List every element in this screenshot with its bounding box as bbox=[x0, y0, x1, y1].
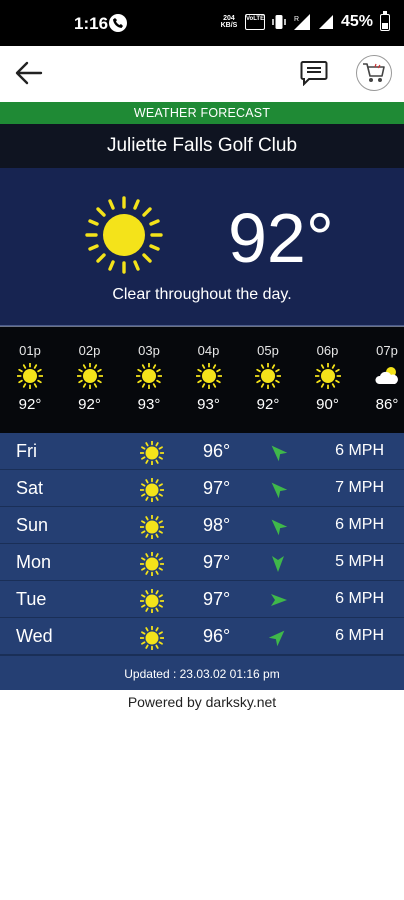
cloud-icon bbox=[374, 363, 400, 389]
signal-icon: R bbox=[293, 14, 310, 30]
day-name: Sun bbox=[16, 515, 49, 535]
sun-icon bbox=[135, 362, 163, 390]
sun-icon bbox=[254, 362, 282, 390]
day-temp: 96° bbox=[203, 626, 231, 646]
hourly-temp: 93° bbox=[197, 396, 220, 413]
app-bar bbox=[0, 46, 404, 102]
wind-direction-icon bbox=[271, 482, 288, 499]
shopping-cart-icon bbox=[363, 63, 385, 82]
day-temp: 98° bbox=[203, 515, 231, 535]
back-button[interactable] bbox=[12, 58, 46, 88]
hourly-temp: 92° bbox=[18, 396, 42, 413]
hourly-forecast[interactable]: 01p 92° 02p 92° 03p 93° 04p 93° 05p 92° 06p 90° 07p 8… bbox=[0, 326, 404, 433]
day-temp: 97° bbox=[203, 589, 231, 609]
daily-row: Wed 96° 6 MPH bbox=[0, 618, 404, 655]
daily-row: Sun 98° 6 MPH bbox=[0, 507, 404, 544]
sun-icon bbox=[139, 477, 165, 503]
hourly-temp: 86° bbox=[375, 396, 399, 413]
svg-text:R: R bbox=[294, 16, 299, 23]
status-bar: 1:16 204 KB/S VoLTE R 45% bbox=[0, 0, 404, 46]
powered-by-label[interactable]: Powered by darksky.net bbox=[0, 694, 404, 710]
battery-icon bbox=[380, 10, 390, 31]
hourly-time: 02p bbox=[78, 343, 101, 358]
call-icon bbox=[109, 14, 127, 32]
current-conditions: 92° Clear throughout the day. bbox=[0, 168, 404, 326]
daily-forecast: Fri 96° 6 MPH Sat 97° 7 MPH Sun 98° 6 MPH Mon 97° 5… bbox=[0, 433, 404, 690]
sun-icon bbox=[76, 362, 103, 390]
day-name: Fri bbox=[16, 441, 37, 461]
current-summary: Clear throughout the day. bbox=[112, 286, 292, 303]
hourly-temp: 92° bbox=[78, 396, 101, 413]
daily-row: Sat 97° 7 MPH bbox=[0, 470, 404, 507]
wind-direction-icon bbox=[271, 594, 287, 606]
current-temperature: 92° bbox=[228, 199, 334, 277]
daily-row: Mon 97° 5 MPH bbox=[0, 544, 404, 581]
arrow-left-icon bbox=[15, 61, 43, 85]
updated-timestamp: Updated : 23.03.02 01:16 pm bbox=[0, 655, 404, 690]
hourly-temp: 93° bbox=[137, 396, 161, 413]
day-name: Tue bbox=[16, 589, 47, 609]
club-name-title: Juliette Falls Golf Club bbox=[0, 124, 404, 168]
day-temp: 96° bbox=[203, 441, 231, 461]
vibrate-icon bbox=[272, 15, 286, 29]
wind-speed: 6 MPH bbox=[335, 627, 384, 644]
chat-button[interactable] bbox=[298, 58, 330, 88]
chat-bubble-icon bbox=[300, 61, 328, 86]
wind-direction-icon bbox=[271, 445, 288, 462]
day-name: Wed bbox=[16, 626, 53, 646]
daily-row: Tue 97° 6 MPH bbox=[0, 581, 404, 618]
daily-row: Fri 96° 6 MPH bbox=[0, 433, 404, 470]
sun-icon bbox=[139, 514, 165, 540]
sun-icon bbox=[139, 551, 165, 577]
wind-speed: 6 MPH bbox=[335, 590, 384, 607]
sun-icon bbox=[139, 440, 165, 466]
hourly-time: 07p bbox=[376, 343, 398, 358]
status-icons: 204 KB/S VoLTE R 45% bbox=[220, 10, 390, 31]
sun-icon bbox=[314, 362, 341, 390]
day-name: Sat bbox=[16, 478, 44, 498]
hourly-time: 03p bbox=[138, 343, 160, 358]
hourly-temp: 92° bbox=[256, 396, 280, 413]
sun-icon bbox=[16, 362, 44, 390]
wind-speed: 6 MPH bbox=[335, 442, 384, 459]
sun-icon bbox=[139, 588, 165, 614]
wind-speed: 7 MPH bbox=[335, 479, 384, 496]
day-temp: 97° bbox=[203, 552, 231, 572]
sun-icon bbox=[195, 362, 222, 390]
signal-icon-2 bbox=[318, 15, 333, 29]
cart-button[interactable] bbox=[356, 55, 392, 91]
battery-percent: 45% bbox=[340, 13, 373, 30]
hourly-time: 06p bbox=[316, 343, 339, 358]
network-speed: 204 KB/S bbox=[220, 15, 238, 29]
hourly-temp: 90° bbox=[316, 396, 339, 413]
wind-direction-icon bbox=[272, 556, 284, 572]
hourly-time: 01p bbox=[19, 343, 41, 358]
volte-icon: VoLTE bbox=[244, 14, 265, 30]
day-temp: 97° bbox=[203, 478, 231, 498]
wind-speed: 5 MPH bbox=[335, 553, 384, 570]
status-time: 1:16 bbox=[74, 14, 109, 33]
wind-speed: 6 MPH bbox=[335, 516, 384, 533]
wind-direction-icon bbox=[268, 630, 285, 647]
day-name: Mon bbox=[16, 552, 52, 572]
wind-direction-icon bbox=[271, 519, 288, 536]
hourly-time: 04p bbox=[197, 343, 220, 358]
weather-forecast-label: WEATHER FORECAST bbox=[0, 102, 404, 124]
sun-icon bbox=[85, 196, 163, 274]
sun-icon bbox=[139, 625, 165, 651]
hourly-time: 05p bbox=[257, 343, 279, 358]
